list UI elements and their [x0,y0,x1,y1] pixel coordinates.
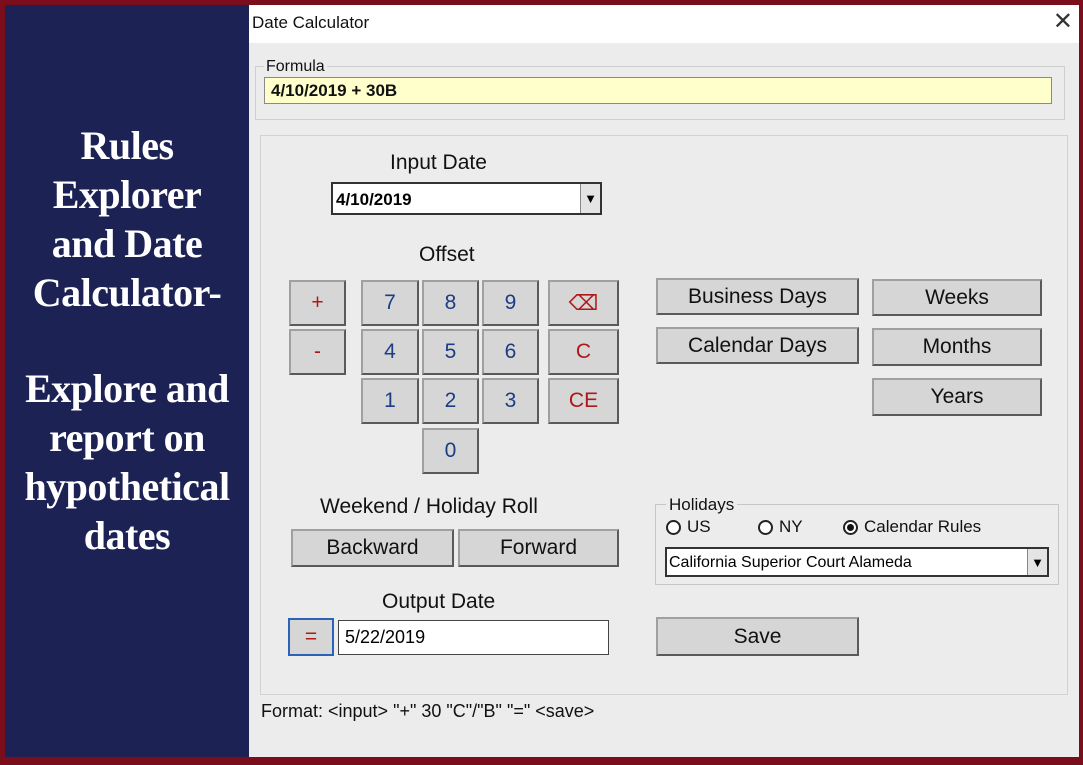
digit-1-button[interactable]: 1 [361,378,419,424]
calendar-combo[interactable]: California Superior Court Alameda ▼ [665,547,1049,577]
promo-subtitle: Explore and report on hypothetical dates [5,364,249,560]
radio-circle [758,519,773,535]
input-date-value: 4/10/2019 [336,190,412,209]
date-calculator-window: Date Calculator ✕ Formula 4/10/2019 + 30… [249,5,1079,757]
equals-button[interactable]: = [288,618,334,656]
input-date-label: Input Date [390,151,487,174]
formula-group: Formula 4/10/2019 + 30B [255,58,1065,120]
title-bar: Date Calculator ✕ [249,5,1079,43]
radio-calendar-rules-label: Calendar Rules [864,517,982,536]
promo-subtitle-line: Explore and [25,366,229,411]
forward-button[interactable]: Forward [458,529,619,567]
promo-subtitle-line: hypothetical [24,464,230,509]
digit-3-button[interactable]: 3 [482,378,539,424]
promo-title-line: Explorer [52,172,202,217]
save-button[interactable]: Save [656,617,859,656]
promo-subtitle-line: report on [49,415,205,460]
formula-label: Formula [264,58,327,76]
digit-4-button[interactable]: 4 [361,329,419,375]
radio-calendar-rules[interactable]: Calendar Rules [843,517,981,537]
radio-circle [843,519,858,535]
digit-2-button[interactable]: 2 [422,378,479,424]
radio-us[interactable]: US [666,517,711,537]
radio-us-label: US [687,517,711,536]
backspace-button[interactable]: ⌫ [548,280,619,326]
output-date-field[interactable]: 5/22/2019 [338,620,609,655]
years-button[interactable]: Years [872,378,1042,416]
window-title: Date Calculator [252,13,370,32]
plus-button[interactable]: + [289,280,346,326]
weeks-button[interactable]: Weeks [872,279,1042,316]
promo-title-line: and Date [51,221,203,266]
minus-button[interactable]: - [289,329,346,375]
backspace-icon: ⌫ [568,291,599,315]
holidays-label: Holidays [666,495,738,515]
radio-circle [666,519,681,535]
promo-subtitle-line: dates [83,513,171,558]
clear-button[interactable]: C [548,329,619,375]
digit-8-button[interactable]: 8 [422,280,479,326]
format-hint: Format: <input> "+" 30 "C"/"B" "=" <save… [261,701,595,721]
backward-button[interactable]: Backward [291,529,454,567]
roll-label: Weekend / Holiday Roll [320,495,538,518]
digit-9-button[interactable]: 9 [482,280,539,326]
input-date-combo[interactable]: 4/10/2019 ▼ [331,182,602,215]
digit-6-button[interactable]: 6 [482,329,539,375]
chevron-down-icon[interactable]: ▼ [1027,549,1047,575]
months-button[interactable]: Months [872,328,1042,366]
clear-entry-button[interactable]: CE [548,378,619,424]
calendar-days-button[interactable]: Calendar Days [656,327,859,364]
calendar-value: California Superior Court Alameda [669,554,912,571]
offset-label: Offset [419,243,475,266]
promo-title-line: Rules [80,123,174,168]
chevron-down-icon[interactable]: ▼ [580,184,600,213]
digit-7-button[interactable]: 7 [361,280,419,326]
promo-panel: Rules Explorer and Date Calculator- Expl… [5,5,249,757]
digit-5-button[interactable]: 5 [422,329,479,375]
digit-0-button[interactable]: 0 [422,428,479,474]
radio-ny[interactable]: NY [758,517,803,537]
output-date-label: Output Date [382,590,496,613]
promo-title: Rules Explorer and Date Calculator- [5,5,249,317]
promo-title-line: Calculator- [32,270,222,315]
business-days-button[interactable]: Business Days [656,278,859,315]
formula-field[interactable]: 4/10/2019 + 30B [264,77,1052,104]
radio-ny-label: NY [779,517,803,536]
holidays-group: Holidays US NY Calendar Rules California… [655,495,1059,585]
close-icon[interactable]: ✕ [1053,9,1073,35]
